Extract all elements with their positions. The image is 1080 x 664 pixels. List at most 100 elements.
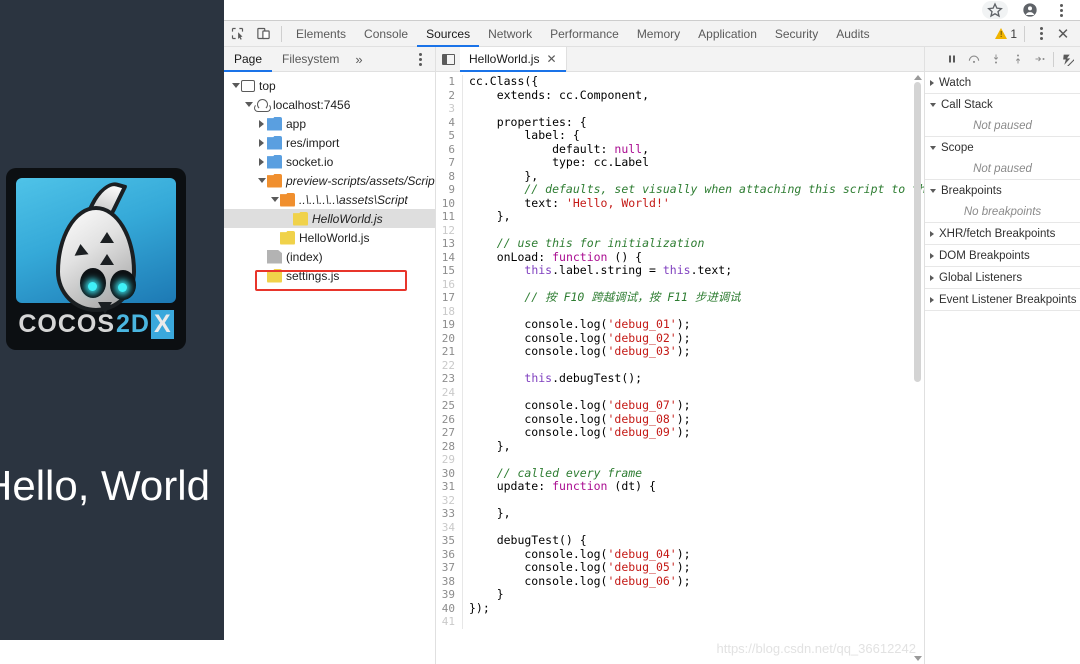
line-number[interactable]: 21 — [436, 345, 462, 359]
tree-item[interactable]: top — [224, 76, 435, 95]
scroll-down-icon[interactable] — [914, 656, 922, 661]
line-number[interactable]: 18 — [436, 305, 462, 319]
chevron-right-icon[interactable] — [256, 158, 267, 166]
line-number[interactable]: 35 — [436, 534, 462, 548]
devtools-tab-memory[interactable]: Memory — [628, 21, 689, 47]
line-number[interactable]: 12 — [436, 224, 462, 238]
line-number[interactable]: 38 — [436, 575, 462, 589]
debugger-section-header[interactable]: XHR/fetch Breakpoints — [925, 223, 1080, 244]
line-number[interactable]: 14 — [436, 251, 462, 265]
debugger-section-header[interactable]: Scope — [925, 137, 1080, 158]
line-number[interactable]: 31 — [436, 480, 462, 494]
tree-item[interactable]: HelloWorld.js — [224, 228, 435, 247]
line-number[interactable]: 32 — [436, 494, 462, 508]
line-number[interactable]: 7 — [436, 156, 462, 170]
line-number[interactable]: 19 — [436, 318, 462, 332]
devtools-tab-application[interactable]: Application — [689, 21, 766, 47]
tree-item[interactable]: settings.js — [224, 266, 435, 285]
scrollbar-thumb[interactable] — [914, 82, 921, 382]
step-over-icon[interactable] — [963, 47, 984, 72]
step-into-icon[interactable] — [985, 47, 1006, 72]
chevron-down-icon[interactable] — [256, 178, 267, 183]
debugger-section-header[interactable]: Global Listeners — [925, 267, 1080, 288]
close-icon[interactable]: ✕ — [1052, 21, 1074, 47]
debugger-section-header[interactable]: Event Listener Breakpoints — [925, 289, 1080, 310]
line-number[interactable]: 5 — [436, 129, 462, 143]
device-toolbar-icon[interactable] — [250, 21, 276, 47]
devtools-tab-performance[interactable]: Performance — [541, 21, 628, 47]
tree-item[interactable]: res/import — [224, 133, 435, 152]
line-number[interactable]: 41 — [436, 615, 462, 629]
line-number[interactable]: 24 — [436, 386, 462, 400]
show-navigator-icon[interactable] — [436, 47, 460, 72]
tree-item[interactable]: preview-scripts/assets/Script — [224, 171, 435, 190]
line-number[interactable]: 15 — [436, 264, 462, 278]
deactivate-breakpoints-icon[interactable] — [1057, 47, 1078, 72]
devtools-tab-console[interactable]: Console — [355, 21, 417, 47]
debugger-section-header[interactable]: Breakpoints — [925, 180, 1080, 201]
line-number[interactable]: 13 — [436, 237, 462, 251]
line-number[interactable]: 36 — [436, 548, 462, 562]
line-number[interactable]: 3 — [436, 102, 462, 116]
navigator-menu-icon[interactable] — [411, 46, 429, 72]
step-icon[interactable] — [1029, 47, 1050, 72]
inspect-element-icon[interactable] — [224, 21, 250, 47]
navigator-more-tabs[interactable]: » — [349, 52, 368, 67]
code-area[interactable]: 1cc.Class({2 extends: cc.Component,34 pr… — [436, 72, 924, 664]
line-number[interactable]: 10 — [436, 197, 462, 211]
line-number[interactable]: 23 — [436, 372, 462, 386]
code-scrollbar[interactable] — [913, 74, 922, 662]
line-number[interactable]: 27 — [436, 426, 462, 440]
devtools-tab-network[interactable]: Network — [479, 21, 541, 47]
profile-avatar-icon[interactable] — [1022, 2, 1038, 18]
close-icon[interactable]: ✕ — [546, 52, 556, 66]
step-out-icon[interactable] — [1007, 47, 1028, 72]
tree-item[interactable]: localhost:7456 — [224, 95, 435, 114]
tree-item[interactable]: (index) — [224, 247, 435, 266]
line-number[interactable]: 34 — [436, 521, 462, 535]
navigator-tab-filesystem[interactable]: Filesystem — [272, 47, 349, 72]
resume-pause-icon[interactable] — [941, 47, 962, 72]
line-number[interactable]: 6 — [436, 143, 462, 157]
star-icon[interactable] — [982, 1, 1008, 19]
line-number[interactable]: 30 — [436, 467, 462, 481]
editor-tab-helloworld[interactable]: HelloWorld.js ✕ — [460, 47, 567, 72]
devtools-tab-security[interactable]: Security — [766, 21, 827, 47]
line-number[interactable]: 8 — [436, 170, 462, 184]
navigator-tab-page[interactable]: Page — [224, 47, 272, 72]
line-number[interactable]: 9 — [436, 183, 462, 197]
line-number[interactable]: 20 — [436, 332, 462, 346]
line-number[interactable]: 22 — [436, 359, 462, 373]
line-number[interactable]: 4 — [436, 116, 462, 130]
line-number[interactable]: 37 — [436, 561, 462, 575]
line-number[interactable]: 29 — [436, 453, 462, 467]
line-number[interactable]: 39 — [436, 588, 462, 602]
tree-item[interactable]: socket.io — [224, 152, 435, 171]
devtools-tab-audits[interactable]: Audits — [827, 21, 878, 47]
tree-item[interactable]: app — [224, 114, 435, 133]
line-number[interactable]: 25 — [436, 399, 462, 413]
line-number[interactable]: 28 — [436, 440, 462, 454]
chevron-down-icon[interactable] — [230, 83, 241, 88]
line-number[interactable]: 33 — [436, 507, 462, 521]
chevron-down-icon[interactable] — [269, 197, 280, 202]
devtools-tab-sources[interactable]: Sources — [417, 21, 479, 47]
line-number[interactable]: 1 — [436, 75, 462, 89]
chevron-down-icon[interactable] — [243, 102, 254, 107]
tree-item[interactable]: ..\..\..\..\assets\Script — [224, 190, 435, 209]
chevron-right-icon[interactable] — [256, 139, 267, 147]
line-number[interactable]: 17 — [436, 291, 462, 305]
devtools-tab-elements[interactable]: Elements — [287, 21, 355, 47]
line-number[interactable]: 2 — [436, 89, 462, 103]
debugger-section-header[interactable]: Call Stack — [925, 94, 1080, 115]
debugger-section-header[interactable]: Watch — [925, 72, 1080, 93]
scroll-up-icon[interactable] — [914, 75, 922, 80]
line-number[interactable]: 40 — [436, 602, 462, 616]
line-number[interactable]: 16 — [436, 278, 462, 292]
warning-badge[interactable]: 1 — [995, 27, 1017, 41]
line-number[interactable]: 11 — [436, 210, 462, 224]
line-number[interactable]: 26 — [436, 413, 462, 427]
chevron-right-icon[interactable] — [256, 120, 267, 128]
devtools-menu-icon[interactable] — [1032, 21, 1050, 47]
debugger-section-header[interactable]: DOM Breakpoints — [925, 245, 1080, 266]
